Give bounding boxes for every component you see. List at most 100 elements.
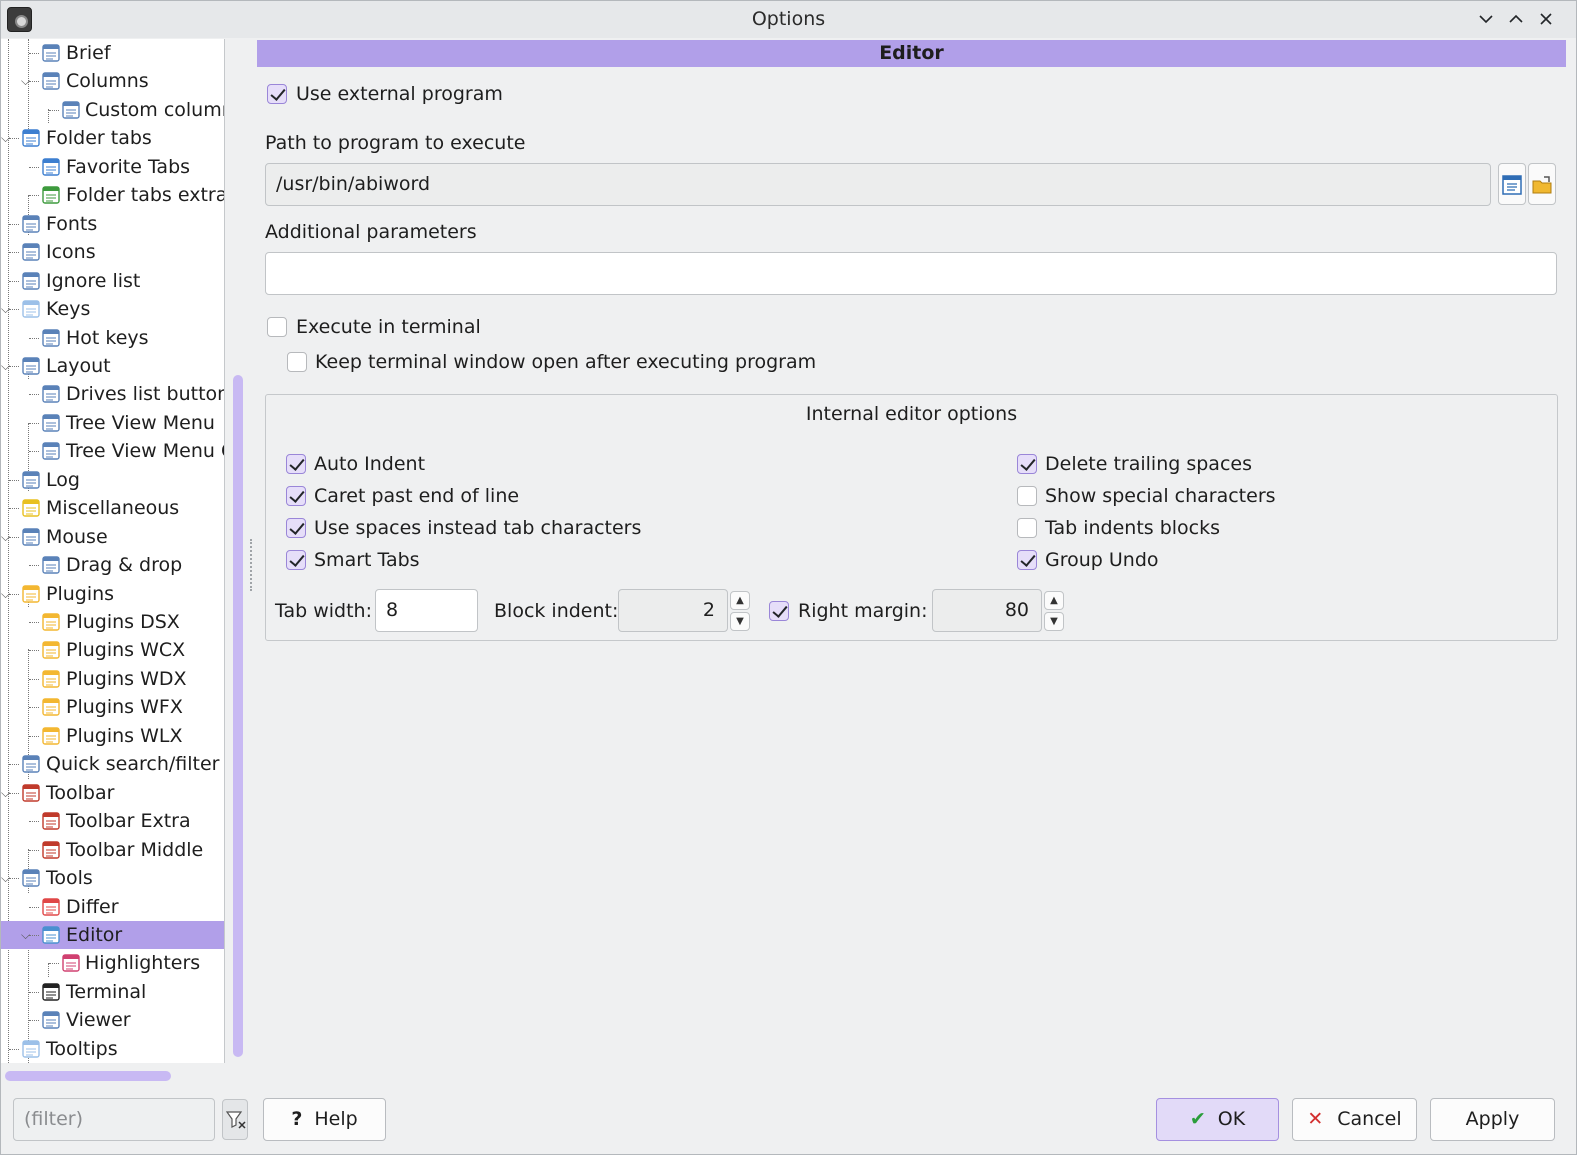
tree-item-plugins-dsx[interactable]: Plugins DSX bbox=[1, 608, 224, 636]
differ-icon bbox=[41, 897, 61, 917]
use-spaces-checkbox[interactable] bbox=[286, 518, 306, 538]
tree-item-tools[interactable]: ⌵ Tools bbox=[1, 864, 224, 892]
clear-filter-button[interactable] bbox=[222, 1099, 248, 1140]
expand-chevron-icon[interactable]: ⌵ bbox=[21, 67, 35, 95]
tree-item-tree-view-menu[interactable]: Tree View Menu bbox=[1, 409, 224, 437]
tree-item-label: Viewer bbox=[66, 1009, 131, 1031]
block-indent-down-button[interactable]: ▼ bbox=[730, 612, 750, 631]
expand-chevron-icon[interactable]: ⌵ bbox=[1, 124, 15, 152]
keep-terminal-open-checkbox[interactable] bbox=[287, 352, 307, 372]
tree-branch-line bbox=[29, 394, 39, 395]
close-button[interactable] bbox=[1533, 6, 1559, 32]
highlighters-icon bbox=[61, 953, 81, 973]
options-window: Options Brief ⌵ Columns Custom column ⌵ Folde… bbox=[0, 0, 1577, 1155]
ok-button[interactable]: ✔ OK bbox=[1156, 1098, 1279, 1141]
options-tree[interactable]: Brief ⌵ Columns Custom column ⌵ Folder tabs Fa… bbox=[1, 39, 225, 1063]
delete-trailing-spaces-checkbox[interactable] bbox=[1017, 454, 1037, 474]
plugin-icon bbox=[41, 726, 61, 746]
tree-item-editor[interactable]: ⌵ Editor bbox=[1, 921, 224, 949]
path-field[interactable]: /usr/bin/abiword bbox=[265, 163, 1491, 206]
tree-vertical-scroll-thumb[interactable] bbox=[233, 375, 243, 1057]
minimize-button[interactable] bbox=[1473, 6, 1499, 32]
tree-item-icons[interactable]: Icons bbox=[1, 238, 224, 266]
right-margin-down-button[interactable]: ▼ bbox=[1044, 612, 1064, 631]
tree-branch-line bbox=[29, 850, 39, 851]
keyboard-icon bbox=[21, 299, 41, 319]
tree-item-terminal[interactable]: Terminal bbox=[1, 978, 224, 1006]
toolbar-icon bbox=[21, 783, 41, 803]
tree-item-folder-tabs-extra[interactable]: Folder tabs extra bbox=[1, 181, 224, 209]
tree-item-brief[interactable]: Brief bbox=[1, 39, 224, 67]
tree-item-folder-tabs[interactable]: ⌵ Folder tabs bbox=[1, 124, 224, 152]
open-folder-button[interactable] bbox=[1528, 163, 1556, 205]
tree-item-plugins-wlx[interactable]: Plugins WLX bbox=[1, 722, 224, 750]
show-special-chars-checkbox[interactable] bbox=[1017, 486, 1037, 506]
tree-item-highlighters[interactable]: Highlighters bbox=[1, 949, 224, 977]
tree-item-label: Plugins WLX bbox=[66, 725, 183, 747]
tree-item-drives-list-button[interactable]: Drives list button bbox=[1, 380, 224, 408]
tree-item-tooltips[interactable]: Tooltips bbox=[1, 1035, 224, 1063]
tree-branch-line bbox=[29, 338, 39, 339]
tree-item-viewer[interactable]: Viewer bbox=[1, 1006, 224, 1034]
tree-item-favorite-tabs[interactable]: Favorite Tabs bbox=[1, 153, 224, 181]
tree-item-plugins[interactable]: ⌵ Plugins bbox=[1, 580, 224, 608]
tree-item-label: Mouse bbox=[46, 526, 108, 548]
tree-item-label: Tooltips bbox=[46, 1038, 118, 1060]
tree-branch-line bbox=[29, 707, 39, 708]
tree-item-toolbar-middle[interactable]: Toolbar Middle bbox=[1, 836, 224, 864]
right-margin-checkbox[interactable] bbox=[769, 601, 789, 621]
tree-item-tree-view-menu-c[interactable]: Tree View Menu C bbox=[1, 437, 224, 465]
tree-item-mouse[interactable]: ⌵ Mouse bbox=[1, 523, 224, 551]
expand-chevron-icon[interactable]: ⌵ bbox=[1, 864, 15, 892]
favorite-tabs-icon bbox=[41, 157, 61, 177]
apply-button[interactable]: Apply bbox=[1430, 1098, 1555, 1141]
tree-item-fonts[interactable]: Fonts bbox=[1, 210, 224, 238]
group-undo-checkbox[interactable] bbox=[1017, 550, 1037, 570]
maximize-button[interactable] bbox=[1503, 6, 1529, 32]
tree-item-log[interactable]: Log bbox=[1, 466, 224, 494]
tree-item-toolbar[interactable]: ⌵ Toolbar bbox=[1, 779, 224, 807]
tree-item-label: Hot keys bbox=[66, 327, 149, 349]
tree-item-ignore-list[interactable]: Ignore list bbox=[1, 267, 224, 295]
expand-chevron-icon[interactable]: ⌵ bbox=[21, 921, 35, 949]
block-indent-field[interactable]: 2 bbox=[618, 589, 728, 632]
tree-item-custom-column[interactable]: Custom column bbox=[1, 96, 224, 124]
expand-chevron-icon[interactable]: ⌵ bbox=[1, 295, 15, 323]
tree-item-keys[interactable]: ⌵ Keys bbox=[1, 295, 224, 323]
tree-item-drag-drop[interactable]: Drag & drop bbox=[1, 551, 224, 579]
tree-item-differ[interactable]: Differ bbox=[1, 893, 224, 921]
expand-chevron-icon[interactable]: ⌵ bbox=[1, 352, 15, 380]
browse-file-button[interactable] bbox=[1498, 163, 1526, 205]
caret-past-eol-checkbox[interactable] bbox=[286, 486, 306, 506]
tab-indents-blocks-checkbox[interactable] bbox=[1017, 518, 1037, 538]
block-indent-up-button[interactable]: ▲ bbox=[730, 591, 750, 610]
tree-item-plugins-wdx[interactable]: Plugins WDX bbox=[1, 665, 224, 693]
tree-item-plugins-wfx[interactable]: Plugins WFX bbox=[1, 693, 224, 721]
caret-past-eol-label: Caret past end of line bbox=[314, 485, 520, 507]
cancel-button[interactable]: ✕ Cancel bbox=[1292, 1098, 1417, 1141]
tree-item-toolbar-extra[interactable]: Toolbar Extra bbox=[1, 807, 224, 835]
right-margin-up-button[interactable]: ▲ bbox=[1044, 591, 1064, 610]
expand-chevron-icon[interactable]: ⌵ bbox=[1, 580, 15, 608]
smart-tabs-checkbox[interactable] bbox=[286, 550, 306, 570]
close-icon bbox=[1540, 13, 1552, 25]
params-field[interactable] bbox=[265, 252, 1557, 295]
tree-horizontal-scroll-thumb[interactable] bbox=[5, 1071, 171, 1081]
auto-indent-checkbox[interactable] bbox=[286, 454, 306, 474]
execute-terminal-checkbox[interactable] bbox=[267, 317, 287, 337]
use-external-checkbox[interactable] bbox=[267, 84, 287, 104]
tree-item-columns[interactable]: ⌵ Columns bbox=[1, 67, 224, 95]
tree-item-layout[interactable]: ⌵ Layout bbox=[1, 352, 224, 380]
tab-width-field[interactable]: 8 bbox=[375, 589, 478, 632]
filter-input[interactable]: (filter) bbox=[13, 1098, 215, 1141]
tree-item-hot-keys[interactable]: Hot keys bbox=[1, 324, 224, 352]
tree-item-label: Tools bbox=[46, 867, 93, 889]
tree-item-quick-search-filter[interactable]: Quick search/filter bbox=[1, 750, 224, 778]
splitter-handle[interactable] bbox=[250, 539, 254, 591]
tree-item-miscellaneous[interactable]: Miscellaneous bbox=[1, 494, 224, 522]
expand-chevron-icon[interactable]: ⌵ bbox=[1, 779, 15, 807]
expand-chevron-icon[interactable]: ⌵ bbox=[1, 523, 15, 551]
tree-item-plugins-wcx[interactable]: Plugins WCX bbox=[1, 636, 224, 664]
help-button[interactable]: ? Help bbox=[263, 1098, 386, 1141]
right-margin-field[interactable]: 80 bbox=[932, 589, 1042, 632]
